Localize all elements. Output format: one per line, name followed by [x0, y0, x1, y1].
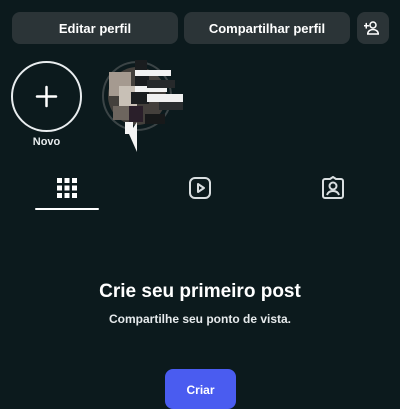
create-post-button[interactable]: Criar: [165, 369, 236, 409]
share-profile-label: Compartilhar perfil: [208, 20, 326, 36]
tab-tagged[interactable]: [317, 174, 349, 202]
empty-state-title: Crie seu primeiro post: [99, 281, 301, 302]
edit-profile-label: Editar perfil: [58, 20, 132, 36]
selected-tab-indicator: [35, 208, 99, 210]
grid-icon: [57, 178, 77, 198]
add-user-button[interactable]: [357, 12, 389, 44]
share-profile-button[interactable]: Compartilhar perfil: [184, 12, 350, 44]
empty-state-subtitle: Compartilhe seu ponto de vista.: [108, 312, 292, 326]
create-post-label: Criar: [186, 383, 215, 397]
plus-icon: [35, 85, 58, 108]
new-highlight-label: Novo: [32, 136, 61, 148]
story-highlight[interactable]: [101, 60, 185, 154]
tab-posts-grid[interactable]: [51, 174, 83, 202]
tab-reels[interactable]: [184, 174, 216, 202]
highlight-image: [102, 60, 183, 152]
new-highlight-button[interactable]: [11, 61, 82, 132]
edit-profile-button[interactable]: Editar perfil: [12, 12, 178, 44]
reels-icon: [189, 177, 211, 199]
tagged-icon: [322, 176, 344, 199]
add-person-icon: [364, 21, 380, 35]
